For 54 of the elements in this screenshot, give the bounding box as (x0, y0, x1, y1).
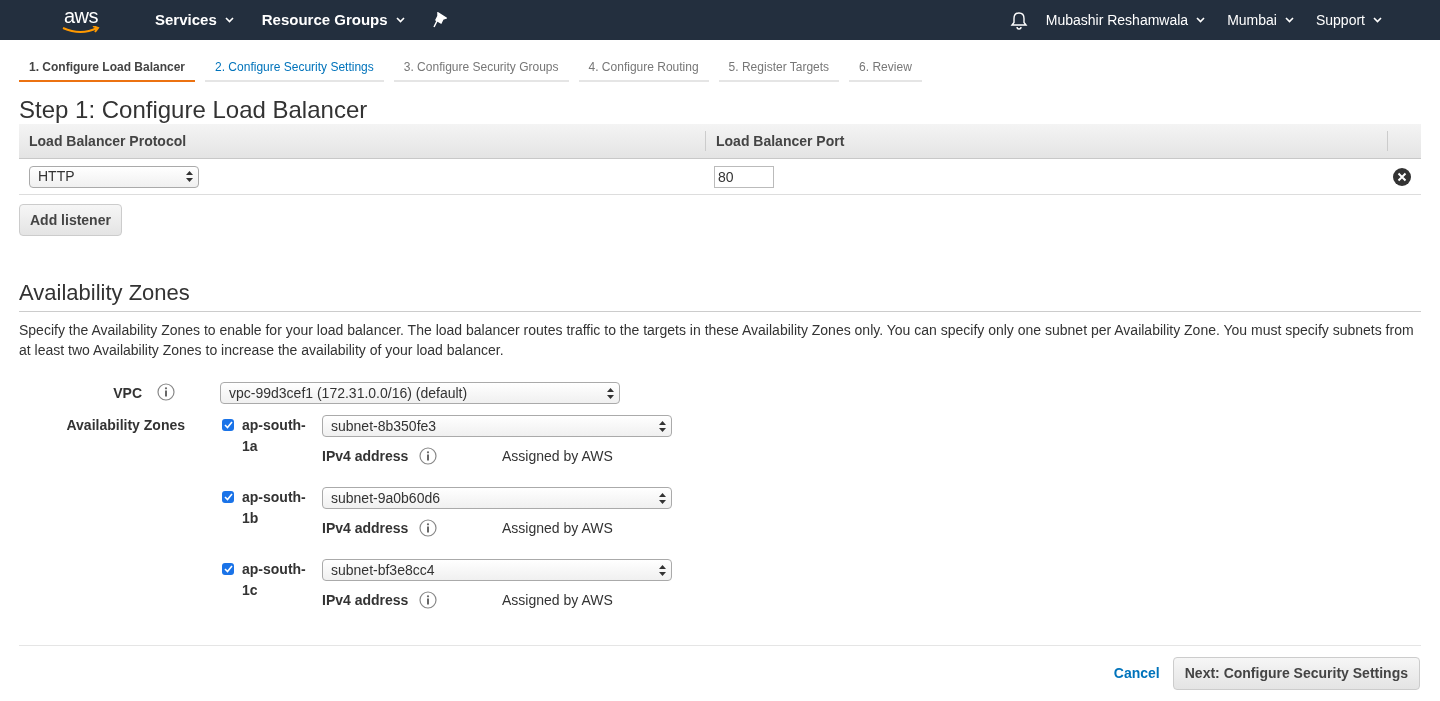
wizard-tab[interactable]: 2. Configure Security Settings (205, 54, 384, 82)
info-icon[interactable] (419, 447, 437, 465)
zone-label: ap-south-1a (242, 416, 307, 456)
ipv4-value: Assigned by AWS (502, 446, 613, 466)
zone-checkbox[interactable] (222, 491, 234, 503)
zone-label: ap-south-1c (242, 560, 307, 600)
caret-icon (1373, 17, 1382, 23)
port-input[interactable]: 80 (714, 165, 774, 188)
field-label: IPv4 address (322, 590, 410, 610)
select-dropdown[interactable]: HTTP (29, 165, 199, 188)
zone-checkbox[interactable] (222, 563, 234, 575)
zone-checkbox[interactable] (222, 419, 234, 431)
info-icon[interactable] (419, 591, 437, 609)
field-label: VPC (113, 383, 142, 403)
updown-arrows-icon (659, 492, 666, 504)
page-title: Step 1: Configure Load Balancer (19, 98, 369, 122)
ipv4-value: Assigned by AWS (502, 518, 613, 538)
updown-arrows-icon (659, 564, 666, 576)
select-dropdown[interactable]: vpc-99d3cef1 (172.31.0.0/16) (default) (220, 382, 620, 404)
bell-icon[interactable] (1009, 10, 1028, 30)
section-heading: Availability Zones (19, 279, 1421, 312)
field-label: IPv4 address (322, 518, 410, 538)
next-button[interactable]: Next: Configure Security Settings (1172, 657, 1420, 690)
nav-menu[interactable]: Resource Groups (261, 8, 405, 32)
pin-icon[interactable] (432, 12, 447, 28)
caret-icon (1284, 17, 1294, 23)
updown-arrows-icon (607, 387, 614, 399)
info-icon[interactable] (419, 519, 437, 537)
zone-label: ap-south-1b (242, 488, 307, 528)
caret-icon (1196, 17, 1206, 23)
column-header: Load Balancer Port (705, 131, 1387, 151)
caret-icon (224, 17, 234, 23)
select-dropdown[interactable]: subnet-9a0b60d6 (322, 487, 672, 509)
updown-arrows-icon (659, 420, 666, 432)
select-dropdown[interactable]: subnet-8b350fe3 (322, 415, 672, 437)
nav-menu[interactable]: Mubashir Reshamwala (1045, 9, 1206, 31)
field-label: Availability Zones (65, 416, 185, 435)
cancel-link[interactable]: Cancel (1113, 663, 1160, 684)
nav-menu[interactable]: Support (1315, 9, 1382, 31)
ipv4-value: Assigned by AWS (502, 590, 613, 610)
smile-arrow-icon (61, 26, 101, 34)
column-header: Load Balancer Protocol (28, 131, 188, 151)
info-icon[interactable] (157, 382, 175, 401)
wizard-tab[interactable]: 1. Configure Load Balancer (19, 54, 196, 82)
nav-menu[interactable]: Services (155, 8, 234, 32)
caret-icon (395, 17, 405, 23)
section-description: Specify the Availability Zones to enable for your load balancer. The load balancer routes traffic to the targets in these Availability Zones only. You can specify only one subnet per Availability Zone. You must specify subnets from at least two Availability Zones to increase the availability of your load balancer. (19, 321, 1415, 360)
add-listener-button[interactable]: Add listener (19, 204, 122, 236)
field-label: IPv4 address (322, 446, 410, 466)
updown-arrows-icon (186, 171, 193, 182)
aws-logo[interactable]: aws (60, 6, 102, 34)
nav-menu[interactable]: Mumbai (1227, 9, 1294, 31)
remove-icon[interactable] (1393, 167, 1411, 186)
select-dropdown[interactable]: subnet-bf3e8cc4 (322, 559, 672, 581)
